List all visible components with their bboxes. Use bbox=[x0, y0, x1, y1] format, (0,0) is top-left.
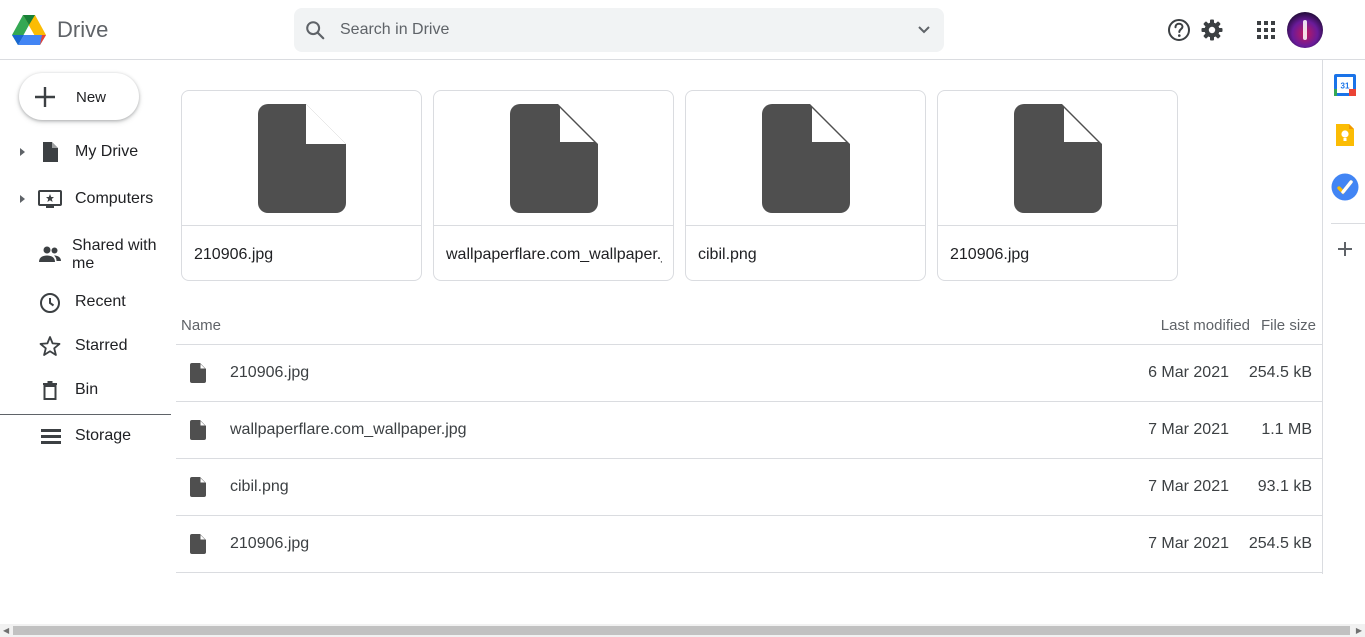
sidebar-item-label: Starred bbox=[75, 337, 128, 354]
sidebar-item-shared-with-me[interactable]: Shared with me bbox=[0, 234, 171, 274]
new-button[interactable]: New bbox=[19, 73, 139, 120]
quick-access-card[interactable]: cibil.png bbox=[685, 90, 926, 281]
search-input[interactable] bbox=[340, 8, 880, 52]
sidebar-item-label: My Drive bbox=[75, 143, 139, 160]
file-name: cibil.png bbox=[230, 478, 289, 495]
app-name[interactable]: Drive bbox=[57, 17, 108, 43]
file-icon bbox=[258, 104, 346, 213]
file-modified: 6 Mar 2021 bbox=[1148, 364, 1229, 381]
sidebar-item-label: Computers bbox=[75, 190, 154, 207]
card-file-name: 210906.jpg bbox=[950, 246, 1030, 263]
file-size: 254.5 kB bbox=[1248, 535, 1312, 552]
drive-logo-icon[interactable] bbox=[12, 14, 46, 46]
sidebar-item-my-drive[interactable]: My Drive bbox=[0, 132, 171, 172]
sidebar-item-starred[interactable]: Starred bbox=[0, 326, 171, 366]
avatar-figure bbox=[1303, 20, 1307, 40]
tasks-icon[interactable] bbox=[1331, 173, 1359, 201]
search-icon[interactable] bbox=[304, 19, 326, 41]
file-icon bbox=[190, 363, 206, 383]
settings-icon[interactable] bbox=[1199, 17, 1225, 43]
file-size: 1.1 MB bbox=[1261, 421, 1312, 438]
file-name: 210906.jpg bbox=[230, 364, 310, 381]
new-button-label: New bbox=[76, 89, 107, 106]
calendar-day: 31 bbox=[1341, 82, 1350, 91]
file-thumbnail bbox=[182, 91, 421, 226]
quick-access-card[interactable]: 210906.jpg bbox=[937, 90, 1178, 281]
file-icon bbox=[190, 534, 206, 554]
star-icon bbox=[39, 336, 61, 356]
file-icon bbox=[762, 104, 850, 213]
file-size: 93.1 kB bbox=[1257, 478, 1312, 495]
file-modified: 7 Mar 2021 bbox=[1148, 421, 1229, 438]
calendar-icon[interactable]: 31 bbox=[1333, 73, 1357, 97]
file-icon bbox=[190, 420, 206, 440]
expand-caret-icon[interactable] bbox=[18, 145, 28, 159]
apps-grid-icon[interactable] bbox=[1253, 17, 1279, 43]
column-header-name[interactable]: Name bbox=[181, 317, 221, 334]
card-file-name: 210906.jpg bbox=[194, 246, 274, 263]
file-row[interactable]: wallpaperflare.com_wallpaper.jpg 7 Mar 2… bbox=[176, 402, 1322, 459]
quick-access-card[interactable]: wallpaperflare.com_wallpaper.jpg bbox=[433, 90, 674, 281]
file-modified: 7 Mar 2021 bbox=[1148, 478, 1229, 495]
avatar[interactable] bbox=[1287, 12, 1323, 48]
sidebar-item-storage[interactable]: Storage bbox=[0, 416, 171, 456]
file-row[interactable]: 210906.jpg 6 Mar 2021 254.5 kB bbox=[176, 345, 1322, 402]
file-thumbnail bbox=[434, 91, 673, 226]
file-list-header: Name Last modified File size bbox=[176, 306, 1322, 345]
storage-icon bbox=[41, 429, 61, 444]
sidebar-item-label: Bin bbox=[75, 381, 99, 398]
file-thumbnail bbox=[686, 91, 925, 226]
column-header-last-modified[interactable]: Last modified bbox=[1161, 317, 1250, 334]
file-icon bbox=[190, 477, 206, 497]
file-icon bbox=[510, 104, 598, 213]
help-icon[interactable] bbox=[1166, 17, 1192, 43]
top-bar: Drive bbox=[0, 0, 1365, 60]
quick-access-card[interactable]: 210906.jpg bbox=[181, 90, 422, 281]
scrollbar-thumb[interactable] bbox=[13, 626, 1350, 635]
search-bar[interactable] bbox=[294, 8, 944, 52]
expand-caret-icon[interactable] bbox=[18, 192, 28, 206]
side-panel-divider bbox=[1331, 223, 1365, 224]
sidebar-item-computers[interactable]: Computers bbox=[0, 179, 171, 219]
card-file-name: cibil.png bbox=[698, 246, 757, 263]
sidebar-item-label: Storage bbox=[75, 427, 132, 444]
file-thumbnail bbox=[938, 91, 1177, 226]
sidebar-item-label: Shared with me bbox=[72, 237, 157, 272]
column-header-file-size[interactable]: File size bbox=[1261, 317, 1316, 334]
plus-icon bbox=[35, 87, 55, 107]
file-size: 254.5 kB bbox=[1248, 364, 1312, 381]
file-icon bbox=[1014, 104, 1102, 213]
file-name: 210906.jpg bbox=[230, 535, 310, 552]
keep-icon[interactable] bbox=[1333, 123, 1357, 147]
file-row[interactable]: 210906.jpg 7 Mar 2021 254.5 kB bbox=[176, 516, 1322, 573]
sidebar-item-recent[interactable]: Recent bbox=[0, 282, 171, 322]
bin-icon bbox=[43, 381, 57, 400]
scroll-right-arrow-icon[interactable]: ▶ bbox=[1356, 627, 1362, 635]
add-icon[interactable] bbox=[1333, 237, 1357, 261]
file-name: wallpaperflare.com_wallpaper.jpg bbox=[230, 421, 467, 438]
computers-icon bbox=[38, 190, 62, 208]
sidebar-item-label: Recent bbox=[75, 293, 126, 310]
search-options-icon[interactable] bbox=[914, 20, 934, 40]
clock-icon bbox=[40, 293, 60, 313]
scroll-left-arrow-icon[interactable]: ◀ bbox=[3, 627, 9, 635]
card-file-name: wallpaperflare.com_wallpaper.jpg bbox=[446, 246, 662, 263]
file-row[interactable]: cibil.png 7 Mar 2021 93.1 kB bbox=[176, 459, 1322, 516]
file-modified: 7 Mar 2021 bbox=[1148, 535, 1229, 552]
sidebar-item-bin[interactable]: Bin bbox=[0, 370, 171, 410]
sidebar-divider bbox=[0, 414, 171, 415]
side-panel: 31 bbox=[1322, 60, 1365, 574]
horizontal-scrollbar[interactable]: ◀ ▶ bbox=[0, 624, 1365, 637]
shared-icon bbox=[39, 246, 61, 262]
my-drive-icon bbox=[43, 142, 58, 162]
